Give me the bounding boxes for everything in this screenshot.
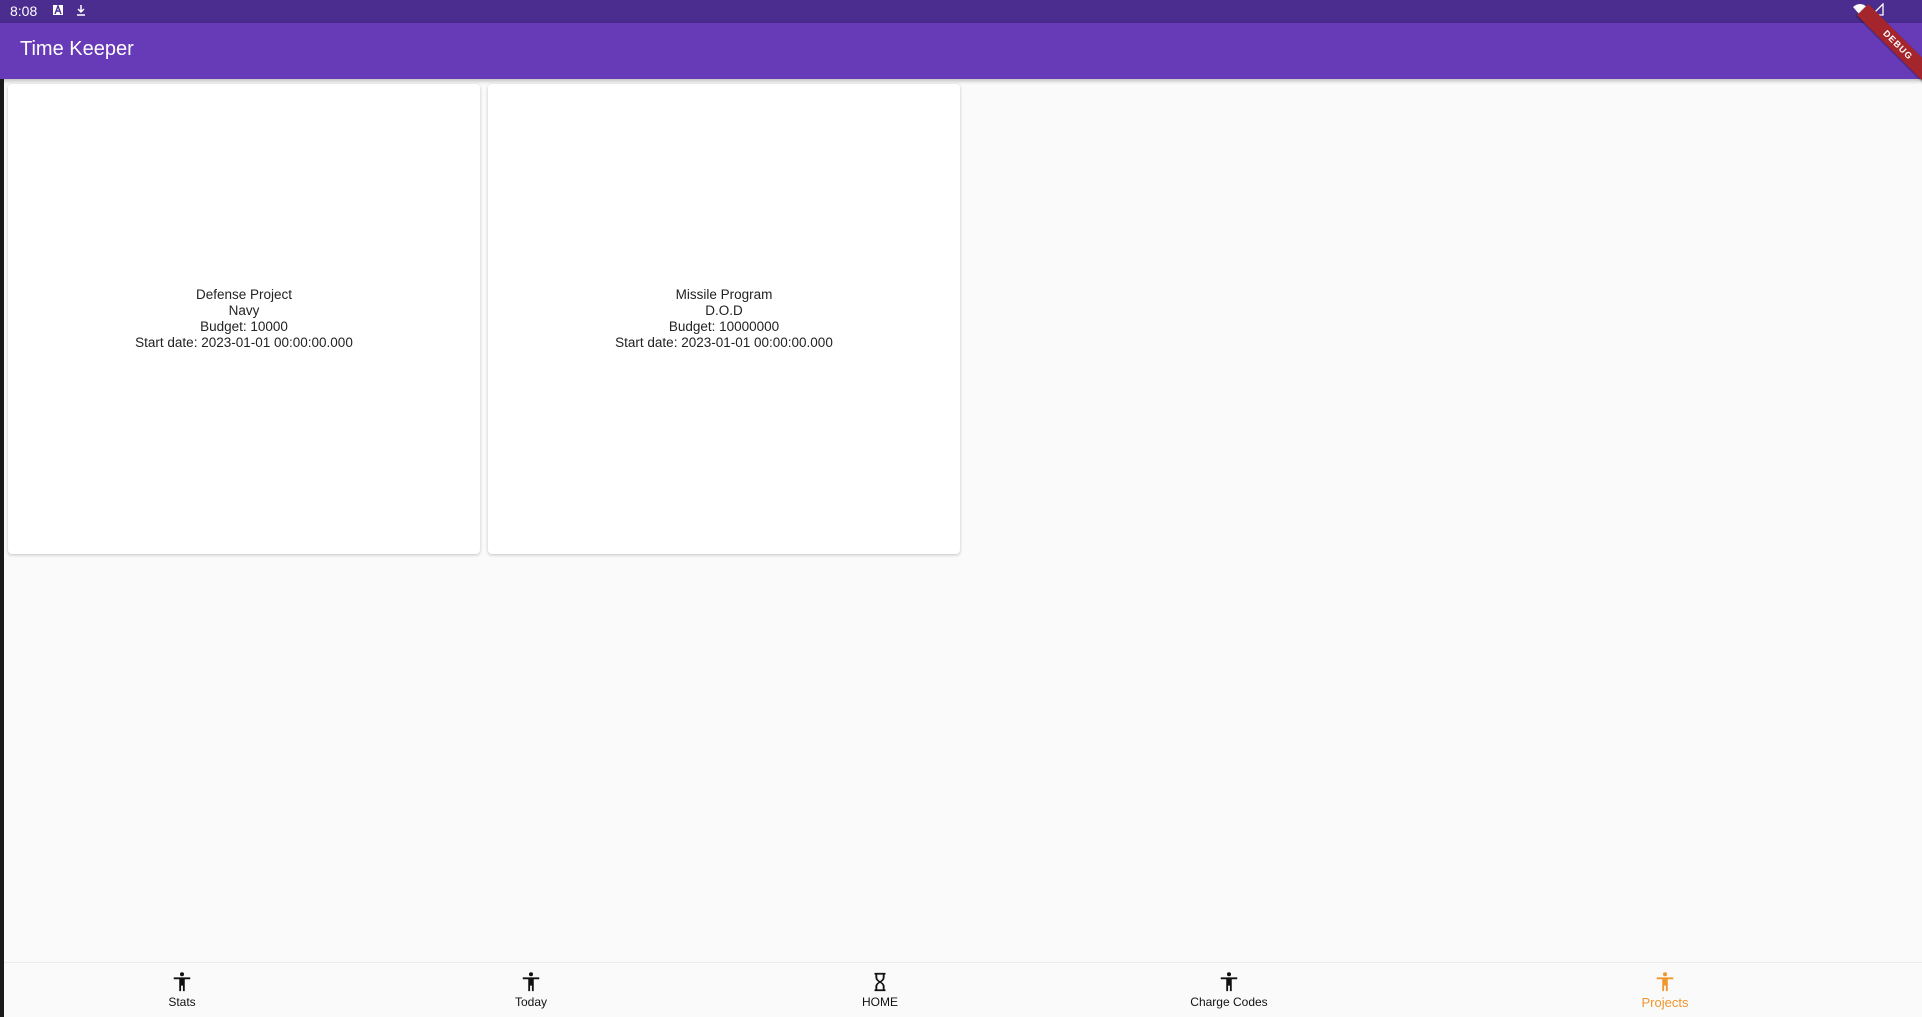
bottom-navigation: Stats Today HOME Charge Codes Projects [4, 962, 1922, 1017]
window-edge [0, 79, 4, 1017]
app-title: Time Keeper [20, 38, 134, 60]
project-org: D.O.D [705, 303, 743, 318]
status-time: 8:08 [10, 3, 38, 19]
project-budget: Budget: 10000 [200, 319, 288, 334]
app-notification-icon [53, 4, 63, 15]
nav-item-label: Stats [168, 995, 196, 1009]
download-icon [77, 5, 85, 16]
project-card[interactable]: Defense Project Navy Budget: 10000 Start… [8, 84, 480, 554]
device-screen: 8:08 Time Keeper DEBUG Defense Project N… [0, 0, 1922, 1017]
app-bar: Time Keeper DEBUG [0, 3, 1922, 87]
project-name: Missile Program [675, 287, 773, 302]
accessibility-icon [1656, 972, 1674, 992]
nav-item-home[interactable]: HOME [800, 971, 960, 1009]
accessibility-icon [173, 972, 191, 992]
project-start-date: Start date: 2023-01-01 00:00:00.000 [135, 335, 353, 350]
nav-item-charge-codes[interactable]: Charge Codes [1149, 971, 1309, 1009]
project-start-date: Start date: 2023-01-01 00:00:00.000 [615, 335, 833, 350]
status-bar: 8:08 [0, 0, 1922, 23]
nav-item-label: HOME [862, 995, 898, 1009]
nav-item-label: Projects [1641, 995, 1689, 1010]
hourglass-icon [874, 972, 886, 992]
nav-item-label: Charge Codes [1190, 995, 1268, 1009]
nav-item-today[interactable]: Today [451, 971, 611, 1009]
nav-item-projects[interactable]: Projects [1585, 971, 1745, 1010]
project-budget: Budget: 10000000 [668, 319, 780, 334]
accessibility-icon [1220, 972, 1238, 992]
nav-item-stats[interactable]: Stats [102, 971, 262, 1009]
project-card[interactable]: Missile Program D.O.D Budget: 10000000 S… [488, 84, 960, 554]
accessibility-icon [522, 972, 540, 992]
nav-item-label: Today [514, 995, 548, 1009]
project-org: Navy [228, 303, 260, 318]
project-name: Defense Project [195, 287, 293, 302]
